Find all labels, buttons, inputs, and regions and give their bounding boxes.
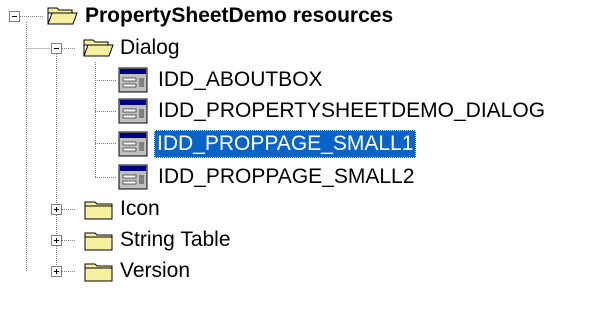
tree-item-idd-proppage-small2[interactable]: IDD_PROPPAGE_SMALL2 — [0, 162, 600, 193]
expand-toggle-string-table[interactable] — [51, 235, 62, 246]
tree-item-label: IDD_PROPERTYSHEETDEMO_DIALOG — [158, 99, 546, 122]
expand-toggle-icon[interactable] — [51, 204, 62, 215]
tree-node-label: Version — [120, 259, 191, 282]
tree-node-icon[interactable]: Icon — [0, 195, 600, 226]
collapse-toggle-root[interactable] — [9, 11, 20, 22]
tree-node-label: PropertySheetDemo resources — [85, 4, 394, 27]
closed-folder-icon — [83, 197, 115, 223]
expand-toggle-version[interactable] — [51, 266, 62, 277]
tree-node-root[interactable]: PropertySheetDemo resources — [0, 2, 600, 33]
tree-item-label: IDD_PROPPAGE_SMALL2 — [158, 165, 415, 188]
open-folder-icon — [46, 3, 78, 29]
tree-node-label: String Table — [120, 228, 231, 251]
tree-item-label: IDD_ABOUTBOX — [158, 68, 323, 91]
open-folder-icon — [82, 35, 114, 61]
dialog-resource-icon — [118, 164, 150, 190]
tree-item-idd-proppage-small1[interactable]: IDD_PROPPAGE_SMALL1 — [0, 129, 600, 160]
dialog-resource-icon — [118, 98, 150, 124]
tree-node-label: Dialog — [120, 36, 180, 59]
collapse-toggle-dialog[interactable] — [51, 43, 62, 54]
tree-item-idd-aboutbox[interactable]: IDD_ABOUTBOX — [0, 65, 600, 96]
tree-node-version[interactable]: Version — [0, 257, 600, 288]
resource-tree: PropertySheetDemo resources Dialog IDD_A… — [0, 0, 600, 316]
tree-item-idd-propertysheetdemo-dialog[interactable]: IDD_PROPERTYSHEETDEMO_DIALOG — [0, 96, 600, 127]
closed-folder-icon — [83, 228, 115, 254]
dialog-resource-icon — [118, 67, 150, 93]
tree-node-dialog[interactable]: Dialog — [0, 33, 600, 64]
tree-item-label-selected: IDD_PROPPAGE_SMALL1 — [154, 130, 417, 158]
tree-node-string-table[interactable]: String Table — [0, 226, 600, 257]
dialog-resource-icon — [118, 131, 150, 157]
tree-node-label: Icon — [120, 197, 160, 220]
closed-folder-icon — [83, 259, 115, 285]
